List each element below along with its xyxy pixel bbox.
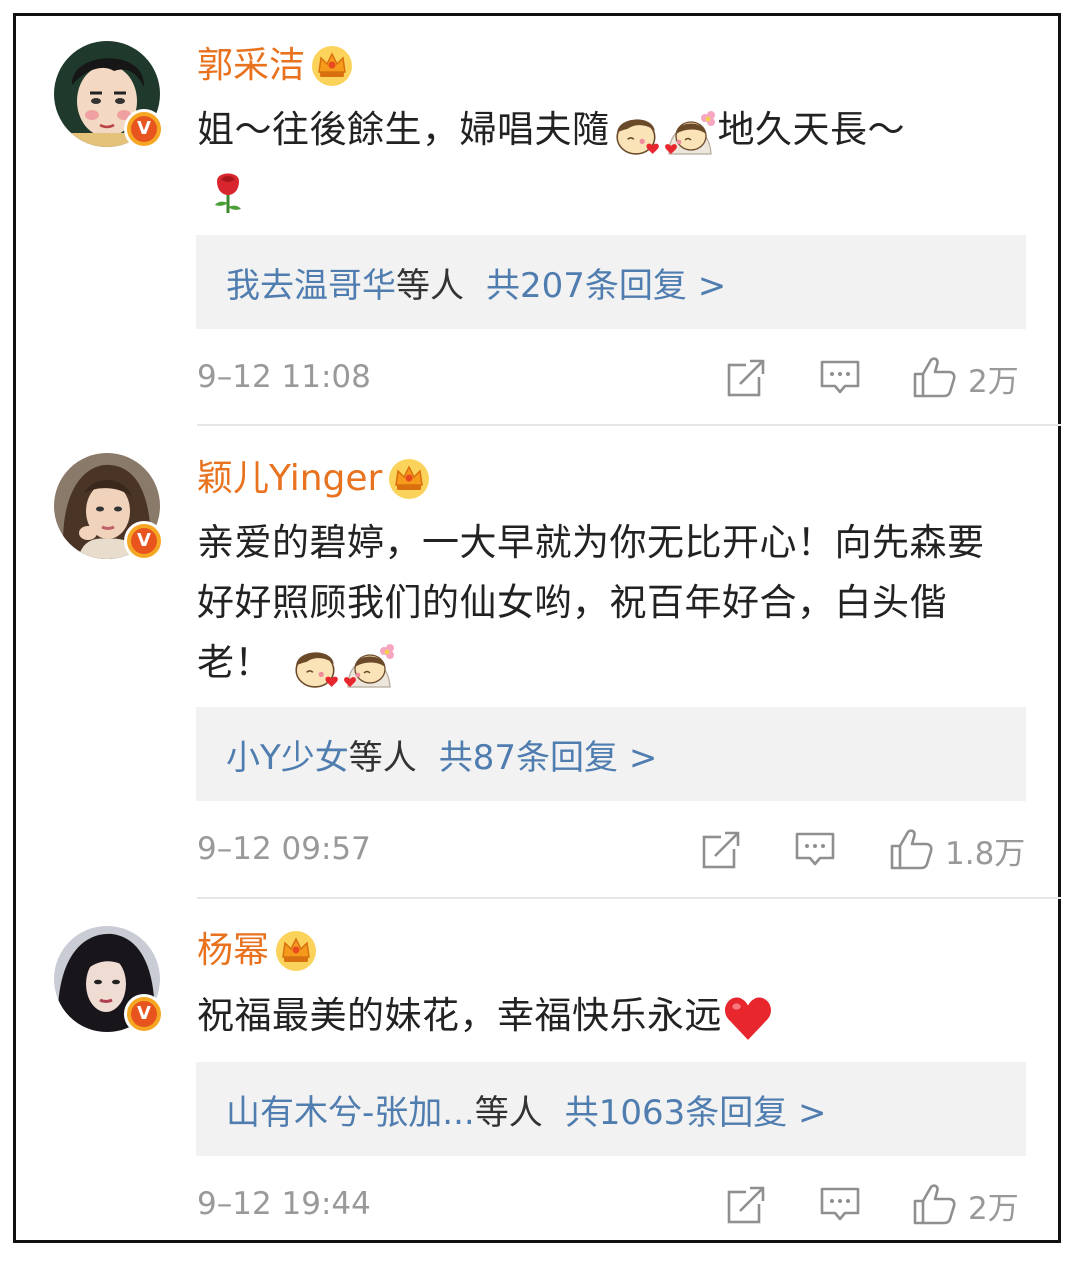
like-button[interactable]: 2万 (912, 353, 1019, 403)
reply-etc: 等人 (396, 265, 464, 306)
verified-badge-icon: V (124, 994, 164, 1034)
avatar[interactable]: V (54, 926, 164, 1034)
share-button[interactable] (701, 825, 743, 875)
share-icon (727, 1184, 768, 1224)
reply-summary[interactable]: 山有木兮-张加... 等人 共1063条回复 > (196, 1062, 1026, 1156)
avatar[interactable]: V (54, 41, 164, 149)
reply-etc: 等人 (348, 737, 417, 778)
like-count: 2万 (968, 363, 1019, 400)
comment-meta: 9–12 09:57 1.8万 (197, 825, 1027, 875)
comment-button[interactable] (819, 353, 861, 403)
rose-emoji (215, 173, 241, 213)
reply-users[interactable]: 小Y少女 (226, 730, 349, 779)
bride-emoji (664, 109, 716, 155)
comment-icon (820, 360, 860, 394)
comment-text: 姐～往後餘生，婦唱夫隨 地久天長～ (197, 100, 1007, 220)
crown-icon (311, 45, 353, 87)
comment-icon (795, 832, 835, 866)
crown-icon (388, 458, 431, 500)
bride-emoji (344, 642, 395, 688)
like-count: 2万 (968, 1190, 1019, 1227)
divider (197, 897, 1061, 899)
like-button[interactable]: 2万 (912, 1180, 1019, 1230)
share-button[interactable] (726, 1180, 768, 1230)
reply-etc: 等人 (474, 1092, 543, 1133)
comment-meta: 9–12 11:08 2万 (197, 353, 1027, 403)
reply-users[interactable]: 山有木兮-张加... (226, 1085, 475, 1134)
username[interactable]: 杨幂 (197, 929, 269, 973)
username[interactable]: 郭采洁 (197, 44, 305, 88)
like-button[interactable]: 1.8万 (889, 825, 1025, 875)
verified-badge-icon: V (124, 521, 164, 561)
timestamp: 9–12 11:08 (197, 359, 371, 395)
comment-icon (820, 1187, 860, 1221)
divider (197, 424, 1061, 426)
like-count: 1.8万 (945, 835, 1026, 872)
verified-badge-icon: V (124, 109, 164, 149)
reply-summary[interactable]: 我去温哥华 等人 共207条回复 > (196, 235, 1026, 329)
timestamp: 9–12 09:57 (197, 831, 371, 867)
share-button[interactable] (726, 353, 768, 403)
comment-text: 亲爱的碧婷，一大早就为你无比开心！向先森要好好照顾我们的仙女哟，祝百年好合，白头… (197, 513, 1007, 693)
comment-meta: 9–12 19:44 2万 (197, 1180, 1027, 1230)
reply-users[interactable]: 我去温哥华 (226, 258, 396, 307)
crown-icon (275, 930, 317, 972)
reply-summary[interactable]: 小Y少女 等人 共87条回复 > (196, 707, 1026, 801)
kiss-boy-emoji (615, 118, 660, 155)
share-icon (702, 829, 743, 869)
like-icon (890, 829, 933, 870)
comment-text: 祝福最美的妹花，幸福快乐永远 (197, 986, 1007, 1046)
reply-count-link[interactable]: 共207条回复 > (486, 258, 726, 307)
heart-emoji (725, 996, 771, 1040)
reply-count-link[interactable]: 共1063条回复 > (565, 1085, 827, 1134)
username[interactable]: 颖儿Yinger (197, 457, 382, 501)
reply-count-link[interactable]: 共87条回复 > (439, 730, 658, 779)
like-icon (913, 357, 956, 398)
avatar[interactable]: V (54, 453, 164, 561)
like-icon (913, 1184, 956, 1225)
comment-button[interactable] (819, 1180, 861, 1230)
share-icon (727, 357, 768, 397)
timestamp: 9–12 19:44 (197, 1186, 371, 1222)
kiss-boy-emoji (295, 651, 339, 688)
comment-button[interactable] (794, 825, 836, 875)
